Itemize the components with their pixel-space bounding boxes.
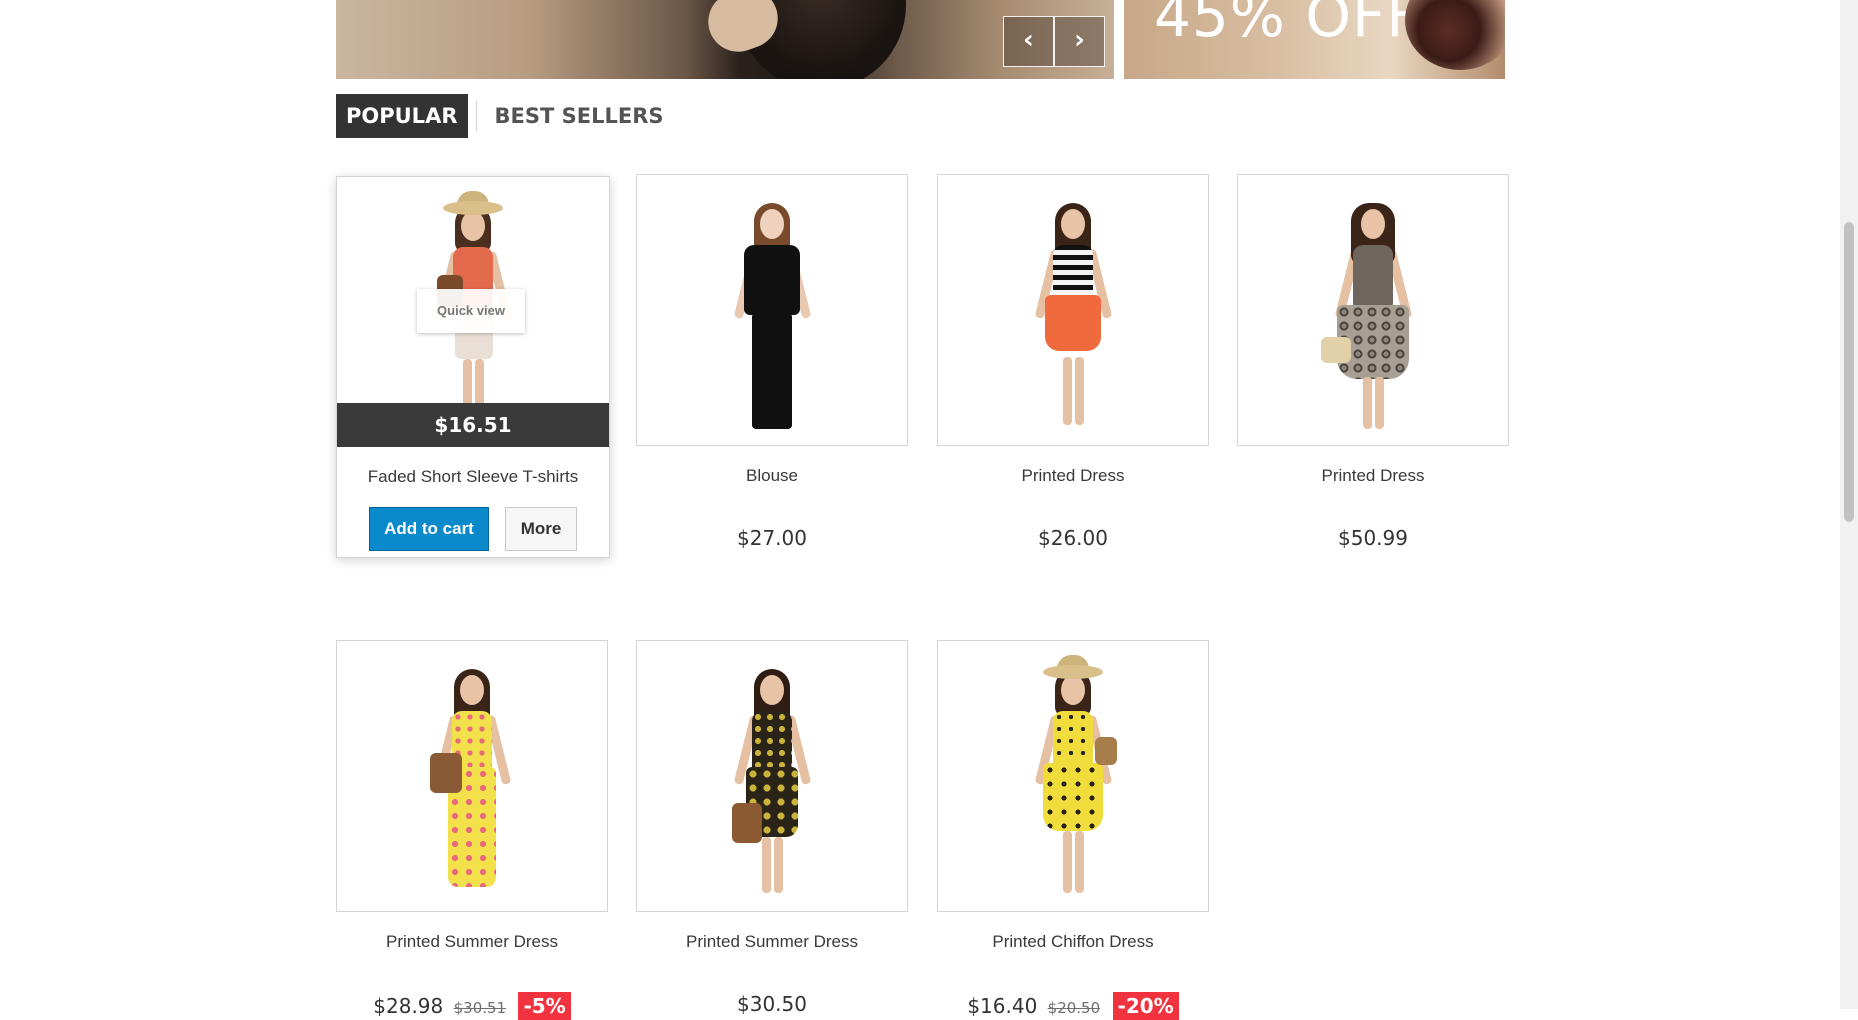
model-bag [430, 753, 462, 793]
product-actions: Add to cart More [337, 507, 609, 551]
product-name[interactable]: Printed Summer Dress [336, 932, 608, 952]
price-reduction-badge: -20% [1112, 992, 1179, 1020]
price: $26.00 [1038, 526, 1108, 550]
product-price: $27.00 [636, 526, 908, 550]
model-leg [1075, 831, 1084, 893]
product-model-image [712, 187, 832, 437]
product-image[interactable] [937, 640, 1209, 912]
model-clutch [1321, 337, 1351, 363]
slider-controls: ‹ › [1003, 16, 1105, 67]
product-card[interactable]: Blouse $27.00 [636, 174, 908, 550]
product-image[interactable] [1237, 174, 1509, 446]
promo-offer-text: 45% OFF [1154, 0, 1421, 50]
model-hat-brim [1043, 665, 1103, 679]
product-price: $50.99 [1237, 526, 1509, 550]
product-name[interactable]: Printed Dress [937, 466, 1209, 486]
old-price: $30.51 [453, 999, 507, 1017]
model-head [1061, 675, 1085, 705]
price-reduction-badge: -5% [518, 992, 571, 1020]
product-price: $16.40 $20.50 -20% [937, 992, 1209, 1020]
product-model-image [1013, 187, 1133, 437]
product-model-image [1013, 653, 1133, 903]
product-price: $30.50 [636, 992, 908, 1016]
model-leg [1375, 377, 1384, 429]
old-price: $20.50 [1047, 999, 1101, 1017]
promo-sunglasses-image [1405, 0, 1505, 70]
product-card[interactable]: Printed Dress $50.99 [1237, 174, 1509, 550]
page-scrollbar[interactable] [1840, 0, 1858, 1009]
product-name[interactable]: Faded Short Sleeve T-shirts [337, 467, 609, 487]
model-head [461, 211, 485, 241]
product-card[interactable]: Printed Summer Dress $28.98 $30.51 -5% [336, 640, 608, 1020]
model-top [1053, 245, 1093, 299]
model-head [760, 209, 784, 239]
side-promo-banner[interactable]: 45% OFF [1124, 0, 1505, 79]
model-leg [1363, 377, 1372, 429]
price: $27.00 [737, 526, 807, 550]
product-tabs: POPULAR BEST SELLERS [336, 94, 673, 138]
product-name[interactable]: Printed Dress [1237, 466, 1509, 486]
product-card[interactable]: Printed Chiffon Dress $16.40 $20.50 -20% [937, 640, 1209, 1020]
model-head [460, 675, 484, 705]
product-name[interactable]: Printed Chiffon Dress [937, 932, 1209, 952]
product-price-overlay: $16.51 [337, 403, 609, 447]
more-button[interactable]: More [505, 507, 577, 551]
model-leg [1063, 831, 1072, 893]
product-model-image [412, 653, 532, 903]
tab-divider [475, 101, 477, 131]
add-to-cart-button[interactable]: Add to cart [369, 507, 489, 551]
slider-next-button[interactable]: › [1054, 16, 1105, 67]
model-head [1361, 209, 1385, 239]
homepage-slider[interactable]: ‹ › [336, 0, 1114, 79]
model-top [744, 245, 800, 315]
product-image[interactable] [636, 640, 908, 912]
scrollbar-thumb[interactable] [1844, 222, 1854, 522]
product-model-image [712, 653, 832, 903]
product-image[interactable] [336, 640, 608, 912]
model-top [752, 711, 792, 773]
model-bag [1095, 737, 1117, 765]
product-card-faded-tshirt[interactable]: Quick view $16.51 Faded Short Sleeve T-s… [336, 176, 610, 558]
model-top [1353, 245, 1393, 309]
page-content: ‹ › 45% OFF POPULAR BEST SELLERS Quick v… [336, 0, 1509, 1020]
product-image[interactable] [636, 174, 908, 446]
product-name[interactable]: Blouse [636, 466, 908, 486]
model-head [1061, 209, 1085, 239]
product-price: $26.00 [937, 526, 1209, 550]
product-card[interactable]: Printed Summer Dress $30.50 [636, 640, 908, 1016]
price: $30.50 [737, 992, 807, 1016]
price: $28.98 [373, 994, 444, 1018]
model-hat-brim [443, 201, 503, 215]
model-dress [1043, 763, 1103, 831]
model-leg [762, 837, 771, 893]
product-name[interactable]: Printed Summer Dress [636, 932, 908, 952]
product-model-image [1313, 187, 1433, 437]
model-head [760, 675, 784, 705]
model-bag [732, 803, 762, 843]
tab-best-sellers[interactable]: BEST SELLERS [487, 94, 674, 138]
model-leg [1075, 357, 1084, 425]
quick-view-button[interactable]: Quick view [417, 289, 525, 333]
tab-popular[interactable]: POPULAR [336, 94, 468, 138]
model-leg [774, 837, 783, 893]
model-skirt [1045, 295, 1101, 351]
model-leg [1063, 357, 1072, 425]
product-image[interactable] [937, 174, 1209, 446]
model-pants [752, 313, 792, 429]
slider-prev-button[interactable]: ‹ [1003, 16, 1054, 67]
product-price: $28.98 $30.51 -5% [336, 992, 608, 1020]
price: $50.99 [1338, 526, 1408, 550]
product-image[interactable]: Quick view $16.51 [337, 177, 609, 447]
price: $16.40 [967, 994, 1038, 1018]
product-card[interactable]: Printed Dress $26.00 [937, 174, 1209, 550]
